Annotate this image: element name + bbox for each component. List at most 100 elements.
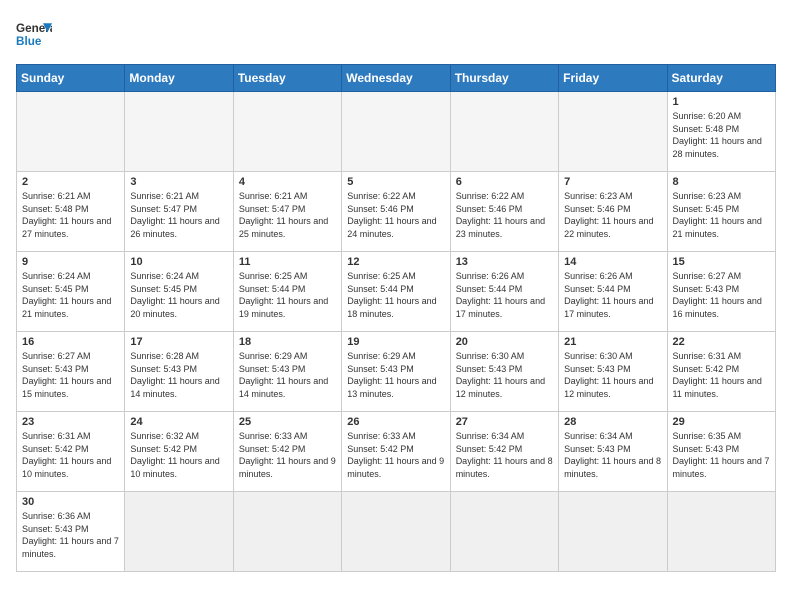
day-info: Sunrise: 6:27 AMSunset: 5:43 PMDaylight:… <box>22 350 119 400</box>
calendar-cell: 1Sunrise: 6:20 AMSunset: 5:48 PMDaylight… <box>667 92 775 172</box>
calendar-cell: 27 Sunrise: 6:34 AMSunset: 5:42 PMDayligh… <box>450 412 558 492</box>
day-number: 26 <box>347 416 444 428</box>
calendar-cell: 18Sunrise: 6:29 AMSunset: 5:43 PMDayligh… <box>233 332 341 412</box>
day-info: Sunrise: 6:26 AMSunset: 5:44 PMDaylight:… <box>456 270 553 320</box>
day-number: 11 <box>239 256 336 268</box>
day-info: Sunrise: 6:22 AMSunset: 5:46 PMDaylight:… <box>456 190 553 240</box>
calendar-cell: 25 Sunrise: 6:33 AMSunset: 5:42 PMDayligh… <box>233 412 341 492</box>
day-info: Sunrise: 6:24 AMSunset: 5:45 PMDaylight:… <box>22 270 119 320</box>
day-info: Sunrise: 6:23 AMSunset: 5:46 PMDaylight:… <box>564 190 661 240</box>
day-number: 20 <box>456 336 553 348</box>
day-info: Sunrise: 6:29 AMSunset: 5:43 PMDaylight:… <box>347 350 444 400</box>
day-number: 15 <box>673 256 770 268</box>
calendar-cell <box>667 492 775 572</box>
calendar-cell <box>342 492 450 572</box>
day-number: 1 <box>673 96 770 108</box>
day-number: 23 <box>22 416 119 428</box>
calendar-cell: 30 Sunrise: 6:36 AMSunset: 5:43 PMDayligh… <box>17 492 125 572</box>
day-info: Sunrise: 6:33 AMSunset: 5:42 PMDaylight:… <box>347 430 444 480</box>
header-tuesday: Tuesday <box>233 65 341 92</box>
calendar-cell: 3Sunrise: 6:21 AMSunset: 5:47 PMDaylight… <box>125 172 233 252</box>
calendar-table: SundayMondayTuesdayWednesdayThursdayFrid… <box>16 64 776 572</box>
header-monday: Monday <box>125 65 233 92</box>
day-number: 5 <box>347 176 444 188</box>
calendar-cell: 5 Sunrise: 6:22 AMSunset: 5:46 PMDaylight… <box>342 172 450 252</box>
day-info: Sunrise: 6:28 AMSunset: 5:43 PMDaylight:… <box>130 350 227 400</box>
calendar-cell <box>559 492 667 572</box>
calendar-cell: 17 Sunrise: 6:28 AMSunset: 5:43 PMDayligh… <box>125 332 233 412</box>
day-info: Sunrise: 6:26 AMSunset: 5:44 PMDaylight:… <box>564 270 661 320</box>
calendar-cell: 26 Sunrise: 6:33 AMSunset: 5:42 PMDayligh… <box>342 412 450 492</box>
calendar-cell <box>233 92 341 172</box>
day-number: 13 <box>456 256 553 268</box>
calendar-cell: 8 Sunrise: 6:23 AMSunset: 5:45 PMDaylight… <box>667 172 775 252</box>
day-number: 24 <box>130 416 227 428</box>
calendar-cell: 13 Sunrise: 6:26 AMSunset: 5:44 PMDayligh… <box>450 252 558 332</box>
calendar-cell <box>17 92 125 172</box>
calendar-cell: 29 Sunrise: 6:35 AMSunset: 5:43 PMDayligh… <box>667 412 775 492</box>
header-thursday: Thursday <box>450 65 558 92</box>
day-info: Sunrise: 6:33 AMSunset: 5:42 PMDaylight:… <box>239 430 336 480</box>
calendar-cell: 12 Sunrise: 6:25 AMSunset: 5:44 PMDayligh… <box>342 252 450 332</box>
day-info: Sunrise: 6:21 AMSunset: 5:47 PMDaylight:… <box>239 190 336 240</box>
calendar-cell: 23Sunrise: 6:31 AMSunset: 5:42 PMDayligh… <box>17 412 125 492</box>
day-info: Sunrise: 6:30 AMSunset: 5:43 PMDaylight:… <box>564 350 661 400</box>
day-number: 28 <box>564 416 661 428</box>
day-number: 16 <box>22 336 119 348</box>
calendar-cell <box>450 492 558 572</box>
calendar-cell: 24 Sunrise: 6:32 AMSunset: 5:42 PMDayligh… <box>125 412 233 492</box>
svg-text:Blue: Blue <box>16 35 42 48</box>
header-wednesday: Wednesday <box>342 65 450 92</box>
day-info: Sunrise: 6:25 AMSunset: 5:44 PMDaylight:… <box>347 270 444 320</box>
day-number: 27 <box>456 416 553 428</box>
day-number: 8 <box>673 176 770 188</box>
day-number: 30 <box>22 496 119 508</box>
week-row-4: 16 Sunrise: 6:27 AMSunset: 5:43 PMDayligh… <box>17 332 776 412</box>
calendar-cell <box>559 92 667 172</box>
day-number: 22 <box>673 336 770 348</box>
day-number: 9 <box>22 256 119 268</box>
day-info: Sunrise: 6:35 AMSunset: 5:43 PMDaylight:… <box>673 430 770 480</box>
day-info: Sunrise: 6:32 AMSunset: 5:42 PMDaylight:… <box>130 430 227 480</box>
week-row-1: 1Sunrise: 6:20 AMSunset: 5:48 PMDaylight… <box>17 92 776 172</box>
day-info: Sunrise: 6:30 AMSunset: 5:43 PMDaylight:… <box>456 350 553 400</box>
calendar-cell <box>342 92 450 172</box>
calendar-cell: 21 Sunrise: 6:30 AMSunset: 5:43 PMDayligh… <box>559 332 667 412</box>
day-number: 2 <box>22 176 119 188</box>
calendar-cell: 6Sunrise: 6:22 AMSunset: 5:46 PMDaylight… <box>450 172 558 252</box>
logo-icon: General Blue <box>16 16 52 52</box>
week-row-2: 2Sunrise: 6:21 AMSunset: 5:48 PMDaylight… <box>17 172 776 252</box>
calendar-cell: 11 Sunrise: 6:25 AMSunset: 5:44 PMDayligh… <box>233 252 341 332</box>
calendar-cell: 22 Sunrise: 6:31 AMSunset: 5:42 PMDayligh… <box>667 332 775 412</box>
day-info: Sunrise: 6:31 AMSunset: 5:42 PMDaylight:… <box>673 350 770 400</box>
calendar-cell <box>125 92 233 172</box>
calendar-cell <box>233 492 341 572</box>
calendar-cell <box>125 492 233 572</box>
day-number: 21 <box>564 336 661 348</box>
day-info: Sunrise: 6:23 AMSunset: 5:45 PMDaylight:… <box>673 190 770 240</box>
page-header: General Blue <box>16 16 776 52</box>
day-number: 7 <box>564 176 661 188</box>
day-info: Sunrise: 6:29 AMSunset: 5:43 PMDaylight:… <box>239 350 336 400</box>
day-number: 17 <box>130 336 227 348</box>
calendar-cell: 19Sunrise: 6:29 AMSunset: 5:43 PMDayligh… <box>342 332 450 412</box>
week-row-5: 23Sunrise: 6:31 AMSunset: 5:42 PMDayligh… <box>17 412 776 492</box>
day-number: 25 <box>239 416 336 428</box>
calendar-cell: 14Sunrise: 6:26 AMSunset: 5:44 PMDayligh… <box>559 252 667 332</box>
day-info: Sunrise: 6:22 AMSunset: 5:46 PMDaylight:… <box>347 190 444 240</box>
header-saturday: Saturday <box>667 65 775 92</box>
day-info: Sunrise: 6:36 AMSunset: 5:43 PMDaylight:… <box>22 510 119 560</box>
header-sunday: Sunday <box>17 65 125 92</box>
header-friday: Friday <box>559 65 667 92</box>
day-info: Sunrise: 6:34 AMSunset: 5:42 PMDaylight:… <box>456 430 553 480</box>
day-number: 12 <box>347 256 444 268</box>
day-info: Sunrise: 6:27 AMSunset: 5:43 PMDaylight:… <box>673 270 770 320</box>
calendar-header-row: SundayMondayTuesdayWednesdayThursdayFrid… <box>17 65 776 92</box>
day-info: Sunrise: 6:25 AMSunset: 5:44 PMDaylight:… <box>239 270 336 320</box>
calendar-cell: 4Sunrise: 6:21 AMSunset: 5:47 PMDaylight… <box>233 172 341 252</box>
day-info: Sunrise: 6:34 AMSunset: 5:43 PMDaylight:… <box>564 430 661 480</box>
day-number: 29 <box>673 416 770 428</box>
day-number: 10 <box>130 256 227 268</box>
calendar-cell: 10Sunrise: 6:24 AMSunset: 5:45 PMDayligh… <box>125 252 233 332</box>
day-number: 3 <box>130 176 227 188</box>
